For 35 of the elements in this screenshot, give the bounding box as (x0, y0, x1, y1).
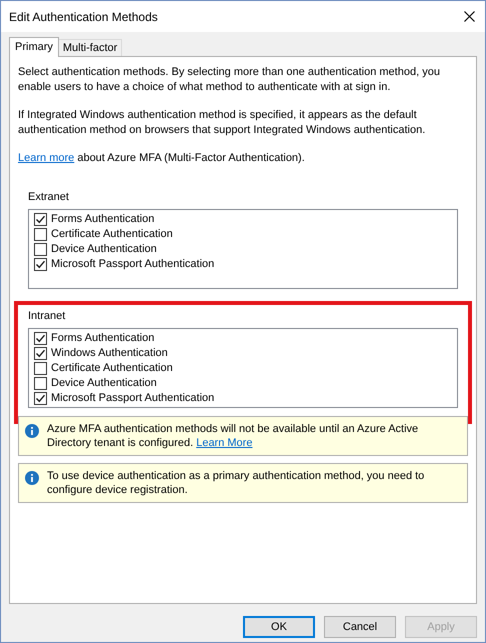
checkbox-label: Device Authentication (51, 242, 157, 257)
checkbox-label: Certificate Authentication (51, 361, 173, 376)
checkbox-label: Forms Authentication (51, 331, 154, 346)
tab[interactable]: Primary (9, 37, 59, 57)
info-icon (25, 424, 39, 438)
learn-more-link[interactable]: Learn More (196, 437, 252, 449)
dialog-button[interactable]: OK (243, 616, 315, 638)
notice-text: To use device authentication as a primary authentication method, you need to configure device registration. (47, 469, 426, 497)
info-icon (25, 471, 39, 485)
checkbox-label: Forms Authentication (51, 212, 154, 227)
group-label: Extranet (27, 190, 70, 205)
checkbox[interactable] (34, 213, 47, 226)
learn-more-link[interactable]: Learn more (18, 152, 74, 164)
description-text: If Integrated Windows authentication method is specified, it appears as the default authentication method on browsers that support Integrated Windows authentication. (18, 108, 426, 138)
checkbox[interactable] (34, 347, 47, 360)
checkbox-label: Certificate Authentication (51, 227, 173, 242)
checkbox-label: Microsoft Passport Authentication (51, 257, 214, 272)
group-label: Intranet (27, 309, 66, 324)
checkbox[interactable] (34, 377, 47, 390)
checkbox[interactable] (34, 228, 47, 241)
checkbox[interactable] (34, 243, 47, 256)
window-title: Edit Authentication Methods (9, 8, 158, 26)
checkbox-label: Windows Authentication (51, 346, 168, 361)
tab[interactable]: Multi-factor (58, 39, 122, 56)
checkbox[interactable] (34, 258, 47, 271)
description-text: Select authentication methods. By selecting more than one authentication method, you enable users to have a choice of what method to authenticate with at sign in. (18, 65, 441, 95)
notice-text: Azure MFA authentication methods will not be available until an Azure Active Directory tenant is configured. Learn More (47, 422, 420, 450)
checkbox[interactable] (34, 332, 47, 345)
checkbox-label: Microsoft Passport Authentication (51, 391, 214, 406)
dialog-button[interactable]: Cancel (324, 616, 396, 638)
checkbox-label: Device Authentication (51, 376, 157, 391)
close-icon[interactable] (464, 11, 475, 22)
checkbox[interactable] (34, 362, 47, 375)
learn-more-text: Learn more about Azure MFA (Multi-Factor Authentication). (18, 151, 306, 166)
checkbox[interactable] (34, 392, 47, 405)
